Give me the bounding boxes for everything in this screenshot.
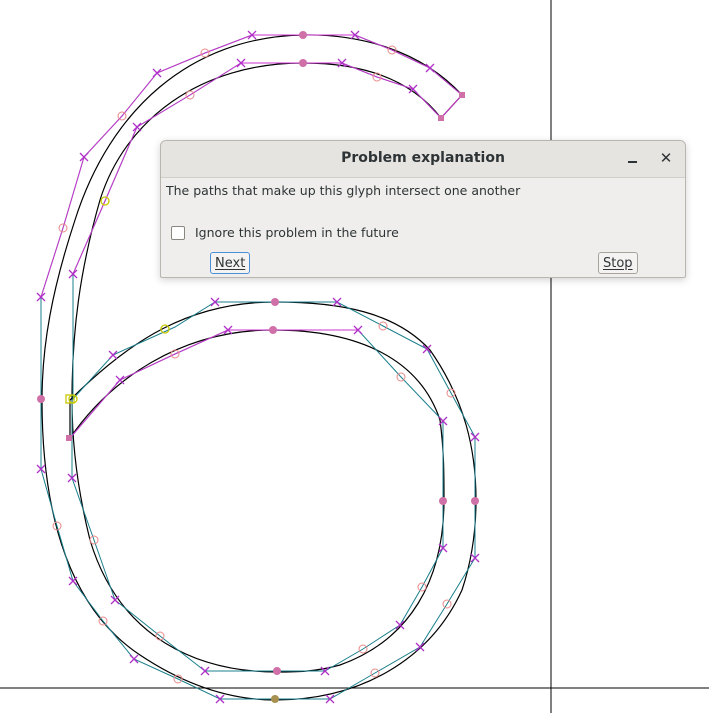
ignore-problem-label[interactable]: Ignore this problem in the future [195, 225, 399, 240]
glyph-editor-canvas[interactable] [0, 0, 709, 713]
selected-point-markers[interactable] [65, 196, 170, 404]
close-button[interactable]: ✕ [657, 149, 675, 167]
stop-button[interactable]: Stop [598, 252, 638, 274]
problem-explanation-dialog: Problem explanation ✕ The paths that mak… [160, 140, 686, 278]
next-button[interactable]: Next [210, 252, 250, 274]
problem-message: The paths that make up this glyph inters… [166, 183, 521, 198]
ignore-problem-checkbox[interactable] [171, 226, 185, 240]
dialog-titlebar[interactable]: Problem explanation ✕ [161, 141, 685, 178]
minimize-button[interactable] [625, 151, 641, 167]
dialog-title: Problem explanation [341, 150, 505, 166]
glyph-outline [41, 34, 477, 701]
